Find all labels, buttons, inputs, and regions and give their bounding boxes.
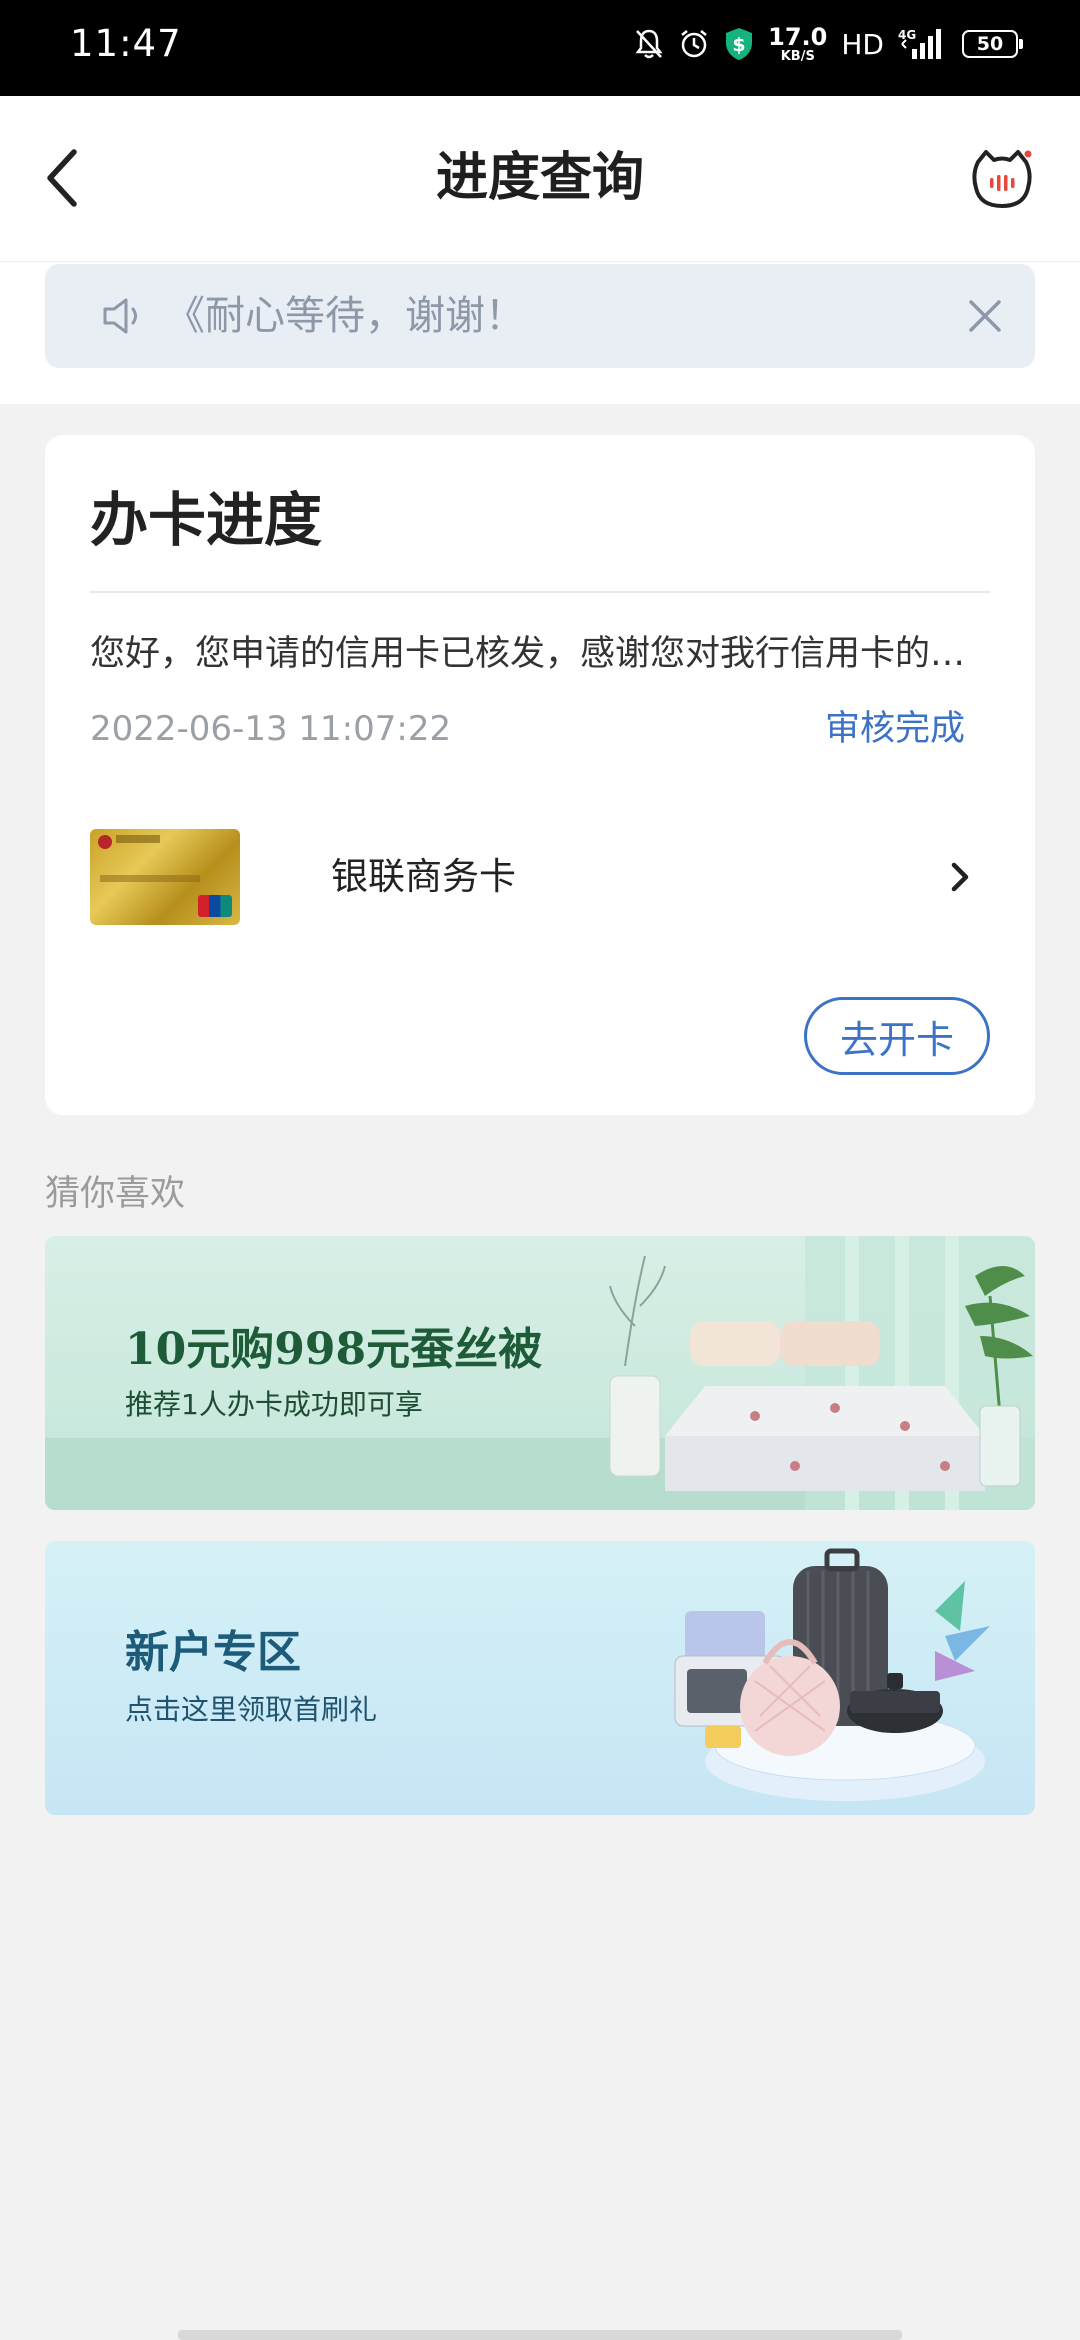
status-icons: $ 17.0 KB/S HD 4G 50 [634, 22, 1023, 66]
card-title: 办卡进度 [90, 486, 323, 554]
banner-headline: 新户专区 [125, 1627, 301, 1678]
top-nav-bar: 进度查询 [0, 96, 1080, 262]
shield-dollar-icon: $ [726, 28, 753, 60]
speaker-icon [103, 298, 137, 334]
page-title: 进度查询 [435, 148, 644, 208]
net-speed-unit: KB/S [780, 49, 815, 64]
bell-muted-icon [635, 29, 663, 59]
activate-card-button[interactable]: 去开卡 [804, 997, 990, 1075]
bed-illustration [609, 1236, 1035, 1510]
card-product-name: 银联商务卡 [331, 855, 516, 898]
notice-banner: 《耐心等待，谢谢！ [45, 264, 1035, 368]
home-indicator [178, 2330, 902, 2340]
close-icon[interactable] [967, 298, 1003, 334]
net-speed: 17.0 KB/S [768, 25, 827, 63]
alarm-icon [681, 30, 707, 58]
cat-service-icon[interactable] [970, 148, 1034, 212]
notice-area: 《耐心等待，谢谢！ [0, 262, 1080, 404]
banner-subline: 推荐1人办卡成功即可享 [125, 1388, 423, 1421]
bank-logo [98, 835, 112, 849]
net-speed-value: 17.0 [768, 23, 828, 51]
recommendations-title: 猜你喜欢 [45, 1174, 186, 1214]
progress-card: 办卡进度 您好，您申请的信用卡已核发，感谢您对我行信用卡的… 2022-06-1… [45, 435, 1035, 1115]
svg-text:$: $ [733, 34, 746, 56]
unionpay-logo [198, 895, 232, 917]
gifts-illustration [674, 1548, 990, 1801]
promo-banner-new-user[interactable]: 新户专区 点击这里领取首刷礼 [45, 1541, 1035, 1815]
network-type: 4G [898, 28, 916, 42]
chevron-right-icon [951, 862, 969, 892]
notice-text: 《耐心等待，谢谢！ [165, 293, 525, 339]
progress-message[interactable]: 您好，您申请的信用卡已核发，感谢您对我行信用卡的… [90, 631, 990, 677]
bank-name-mark [116, 835, 160, 843]
battery-indicator: 50 [962, 30, 1023, 58]
credit-card-image [90, 829, 240, 925]
review-status[interactable]: 审核完成 [825, 707, 965, 751]
card-number-mark [100, 875, 200, 882]
banner-subline: 点击这里领取首刷礼 [125, 1693, 378, 1726]
credit-card-row[interactable]: 银联商务卡 [90, 829, 990, 925]
status-bar: 11:47 $ 17.0 KB/S HD 4G 50 [0, 0, 1080, 96]
divider [90, 591, 990, 593]
banner-headline: 10元购998元蚕丝被 [125, 1324, 543, 1375]
promo-banner-silk-quilt[interactable]: 10元购998元蚕丝被 推荐1人办卡成功即可享 [45, 1236, 1035, 1510]
status-time: 11:47 [70, 22, 182, 65]
hd-label: HD [841, 27, 884, 61]
progress-timestamp: 2022-06-13 11:07:22 [90, 709, 452, 749]
signal-icon: 4G [898, 28, 941, 59]
